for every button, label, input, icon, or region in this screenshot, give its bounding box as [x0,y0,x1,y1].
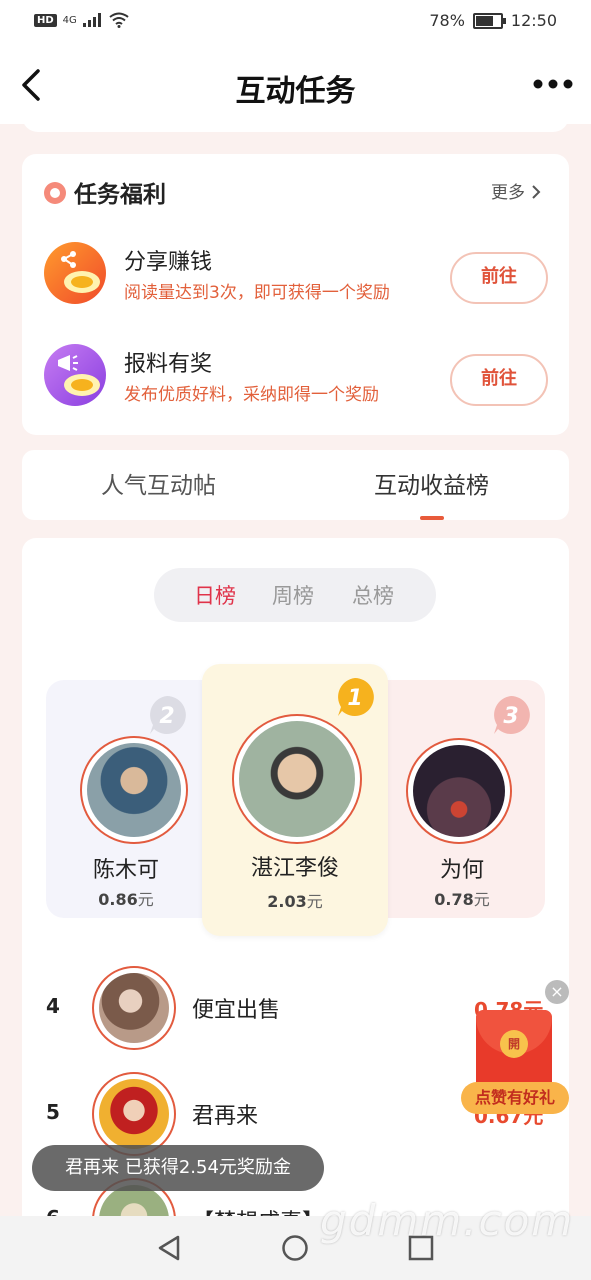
go-button[interactable]: 前往 [450,252,548,304]
rank-number: 1 [347,686,362,711]
close-icon[interactable]: × [545,980,569,1004]
task-desc: 发布优质好料，采纳即得一个奖励 [124,385,379,405]
podium-name: 为何 [439,858,484,883]
rank-1-badge-icon: 1 [338,678,374,716]
tab-popular-posts[interactable]: 人气互动帖 [22,466,295,500]
avatar [80,736,188,844]
avatar [406,738,512,844]
podium-first[interactable]: 1 湛江李俊 2.03元 [202,664,388,936]
previous-card-edge [22,110,569,132]
more-dots-icon[interactable] [533,77,573,91]
avatar [92,966,176,1050]
amount-unit: 元 [137,890,154,909]
go-button[interactable]: 前往 [450,354,548,406]
battery-icon [472,12,506,29]
report-reward-icon [44,344,106,406]
status-right: 78% 12:50 [429,11,557,30]
battery-percent: 78% [429,11,465,30]
network-badge: HD [34,13,57,27]
amount-unit: 元 [473,890,490,909]
amount-value: 2.03 [267,892,307,911]
clock: 12:50 [510,11,557,30]
more-link[interactable]: 更多 [491,178,525,203]
amount-value: 0.86 [98,890,138,909]
period-weekly[interactable]: 周榜 [272,580,314,610]
rank-number: 3 [503,704,518,729]
row-name: 君再来 [192,1104,259,1129]
amount-value: 0.78 [434,890,474,909]
signal-icon [82,13,101,27]
period-daily[interactable]: 日榜 [194,580,236,610]
rank-2-badge-icon: 2 [150,696,186,734]
status-left: HD 4G [34,12,129,28]
task-title: 分享赚钱 [124,250,213,275]
tab-earnings-ranking[interactable]: 互动收益榜 [295,466,568,500]
task-desc: 阅读量达到3次，即可获得一个奖励 [124,283,390,303]
welfare-title: 任务福利 [74,182,166,208]
period-switcher: 日榜 周榜 总榜 [154,568,436,622]
task-welfare-card: 任务福利 更多 分享赚钱 阅读量达到3次，即可获得一个奖励 前往 报料有奖 发布… [22,154,569,435]
status-bar: HD 4G 78% 12:50 [0,0,591,44]
section-dot-icon [44,182,66,204]
row-rank: 4 [46,994,60,1018]
nav-back-icon[interactable] [156,1234,182,1262]
podium-name: 湛江李俊 [250,856,339,881]
rank-3-badge-icon: 3 [494,696,530,734]
avatar [92,1072,176,1156]
chevron-right-icon[interactable] [531,184,541,200]
podium-name: 陈木可 [92,858,159,883]
watermark: gdmm.com [320,1196,575,1245]
avatar [232,714,362,844]
podium-amount: 0.78元 [382,886,542,910]
page-title: 互动任务 [235,74,356,109]
rank-number: 2 [159,704,174,729]
row-name: 便宜出售 [192,998,281,1023]
row-rank: 5 [46,1100,60,1124]
podium-amount: 0.86元 [46,886,206,910]
wifi-icon [109,12,129,28]
packet-coin-icon: 開 [500,1030,528,1058]
task-title: 报料有奖 [124,352,213,377]
battery-fill [475,15,493,26]
nav-home-icon[interactable] [281,1234,309,1262]
signal-label: 4G [62,14,77,26]
tab-bar: 人气互动帖 互动收益榜 [22,450,569,520]
active-tab-indicator [420,516,444,520]
reward-toast: 君再来 已获得2.54元奖励金 [32,1145,324,1191]
ranking-card: 日榜 周榜 总榜 2 陈木可 0.86元 3 为何 0.78元 1 湛江李俊 2… [22,538,569,1262]
share-money-icon [44,242,106,304]
amount-unit: 元 [306,892,323,911]
period-total[interactable]: 总榜 [352,580,394,610]
podium-amount: 2.03元 [202,888,388,912]
red-packet-label[interactable]: 点赞有好礼 [461,1082,569,1114]
